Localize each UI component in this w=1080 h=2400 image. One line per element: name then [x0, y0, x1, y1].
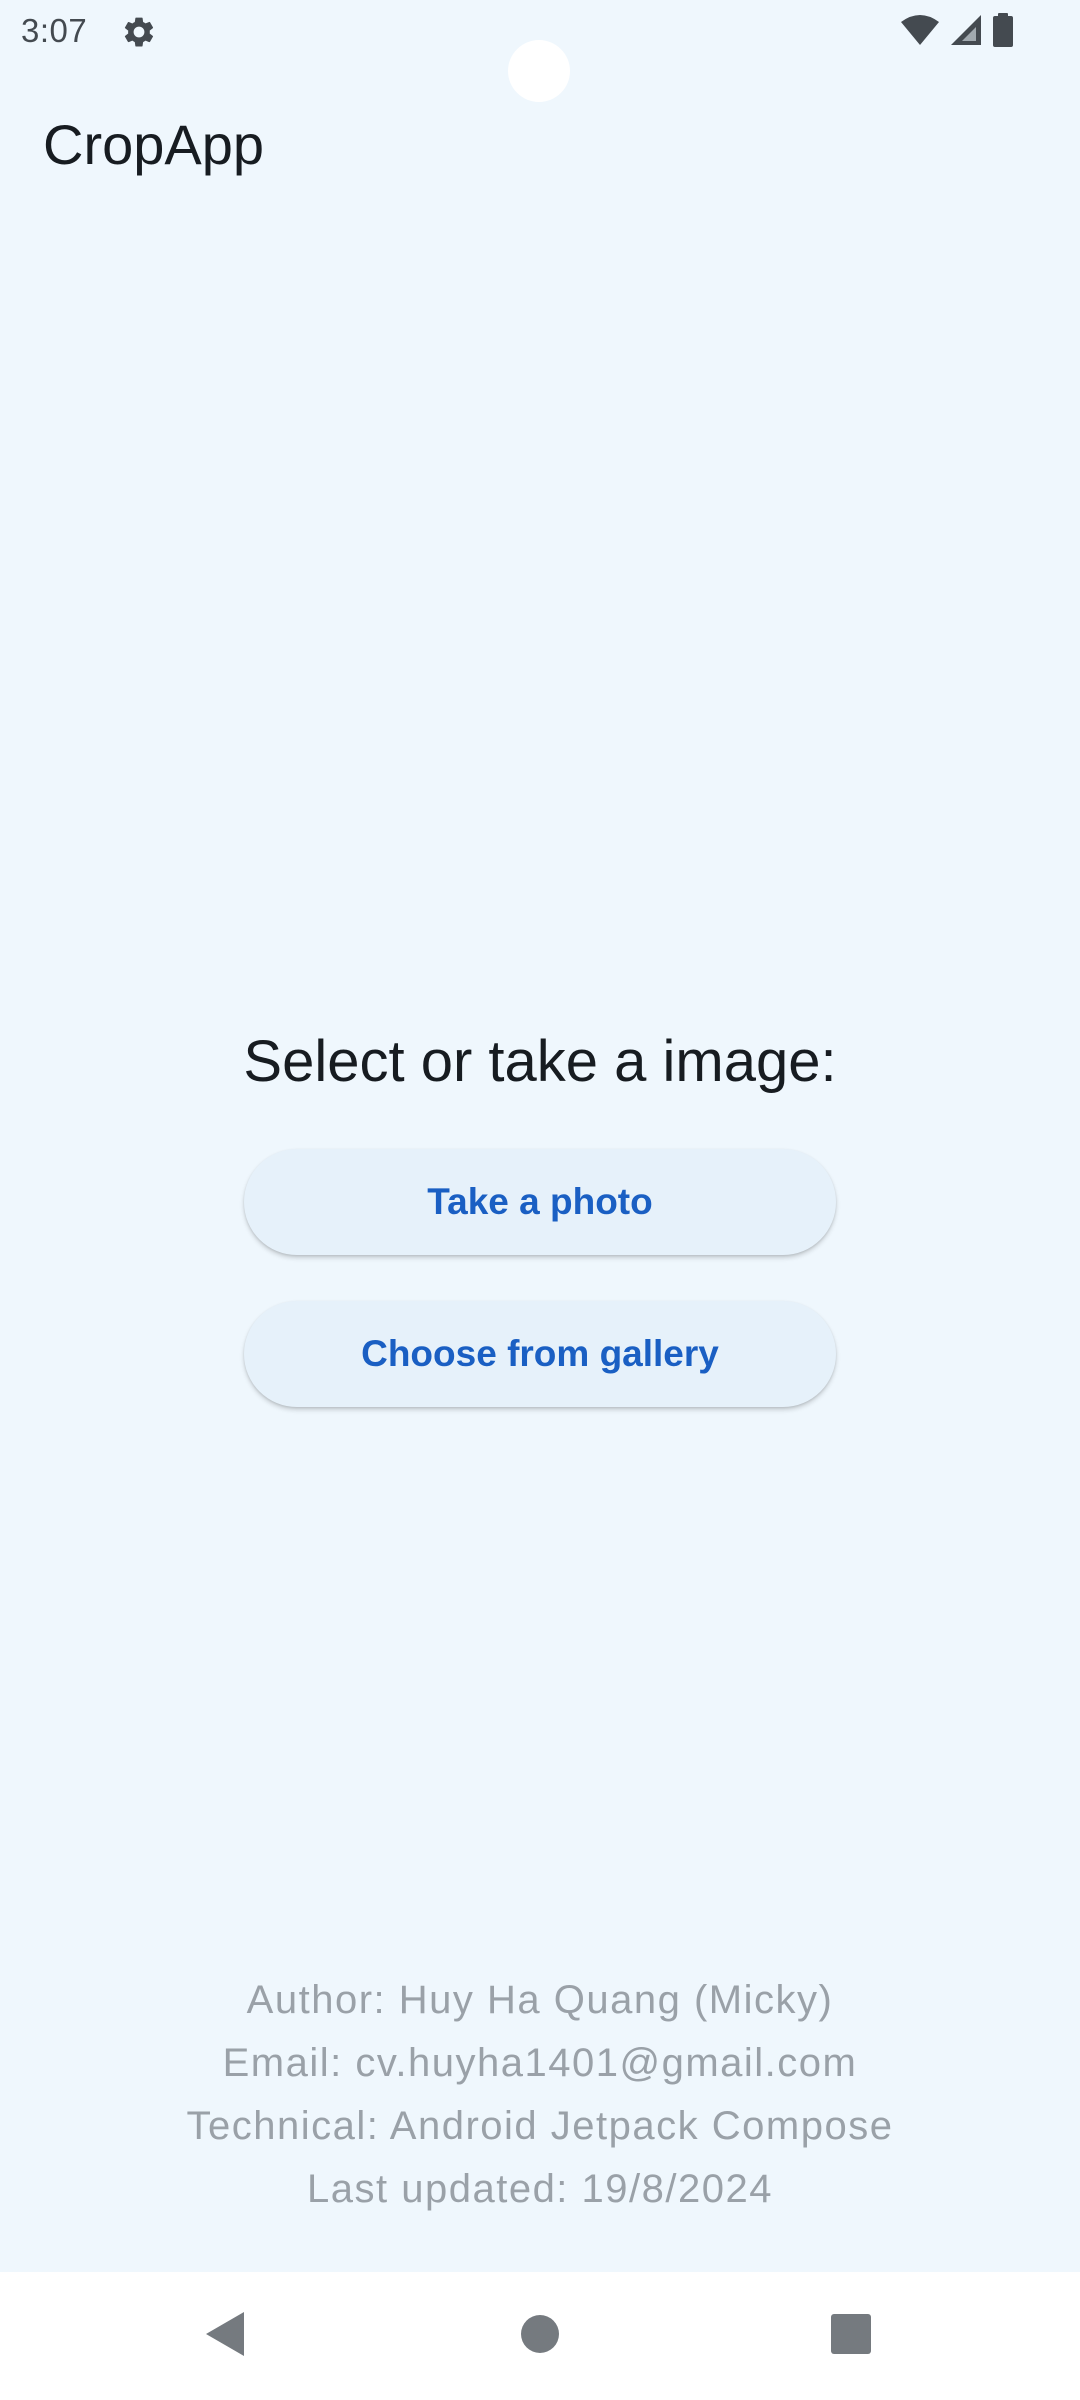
wifi-icon [900, 14, 940, 51]
app-title: CropApp [43, 113, 265, 176]
home-button[interactable] [480, 2272, 600, 2400]
take-photo-button[interactable]: Take a photo [244, 1149, 836, 1255]
home-icon [520, 2314, 560, 2359]
technical-text: Technical: Android Jetpack Compose [186, 2104, 894, 2148]
email-text: Email: cv.huyha1401@gmail.com [222, 2041, 858, 2085]
gear-icon [121, 14, 157, 50]
choose-gallery-button[interactable]: Choose from gallery [244, 1301, 836, 1407]
status-icons [900, 12, 1014, 52]
last-updated-text: Last updated: 19/8/2024 [307, 2167, 773, 2211]
select-prompt: Select or take a image: [243, 1029, 837, 1094]
recents-button[interactable] [791, 2272, 911, 2400]
back-icon [204, 2310, 248, 2363]
battery-icon [992, 12, 1014, 52]
navigation-bar [0, 2272, 1080, 2400]
footer-info: Author: Huy Ha Quang (Micky) Email: cv.h… [0, 1972, 1080, 2224]
author-text: Author: Huy Ha Quang (Micky) [246, 1978, 834, 2022]
back-button[interactable] [166, 2272, 286, 2400]
recents-icon [830, 2313, 872, 2360]
signal-icon [950, 14, 982, 51]
app-screen: 3:07 CropApp Select or take a image: Tak… [0, 0, 1080, 2272]
camera-cutout [508, 40, 570, 102]
status-time: 3:07 [21, 12, 88, 49]
